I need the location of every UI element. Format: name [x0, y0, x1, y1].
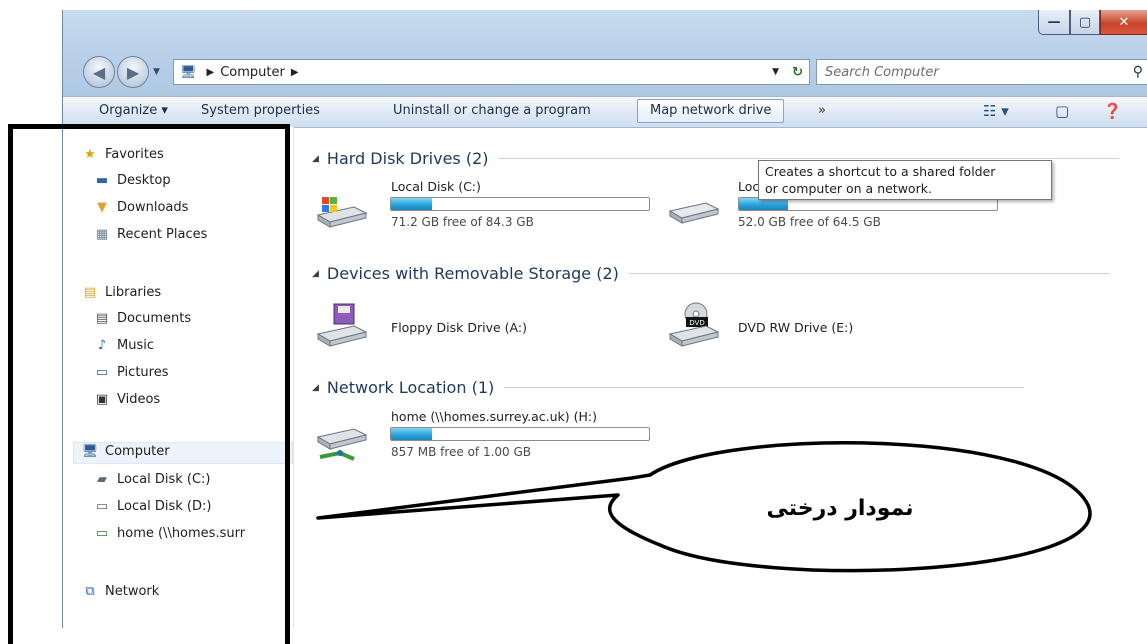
recent-pages-dropdown-icon[interactable]: ▼	[153, 67, 160, 77]
minimize-button[interactable]: —	[1038, 10, 1070, 35]
drive-h-usage-bar	[390, 427, 650, 441]
drive-c-free-space: 71.2 GB free of 84.3 GB	[391, 215, 534, 229]
tree-view-highlight-frame	[8, 124, 290, 644]
group-divider	[498, 158, 1119, 159]
breadcrumb-arrow-icon[interactable]: ▶	[291, 67, 299, 78]
drive-c-name: Local Disk (C:)	[391, 179, 481, 194]
floppy-drive-icon	[316, 303, 368, 347]
drive-e-name: DVD RW Drive (E:)	[738, 320, 854, 335]
uninstall-program-button[interactable]: Uninstall or change a program	[393, 103, 591, 118]
back-arrow-icon: ◀	[92, 62, 106, 82]
map-network-drive-tooltip: Creates a shortcut to a shared folder or…	[758, 160, 1052, 200]
content-pane: ◢ Hard Disk Drives (2) Local Disk (C:) 7…	[294, 127, 1147, 628]
system-properties-button[interactable]: System properties	[201, 103, 320, 118]
back-button[interactable]: ◀	[83, 56, 115, 88]
group-divider	[628, 273, 1109, 274]
forward-arrow-icon: ▶	[126, 62, 140, 82]
group-header-network[interactable]: ◢ Network Location (1)	[312, 378, 1025, 397]
callout-text: نمودار درختی	[766, 496, 914, 521]
group-divider	[504, 387, 1025, 388]
breadcrumb-computer[interactable]: Computer	[220, 65, 285, 80]
drive-h-free-space: 857 MB free of 1.00 GB	[391, 445, 532, 459]
collapse-triangle-icon[interactable]: ◢	[312, 383, 319, 393]
windows-drive-icon	[316, 197, 368, 228]
collapse-triangle-icon[interactable]: ◢	[312, 154, 319, 164]
group-removable-label: Devices with Removable Storage (2)	[326, 264, 619, 283]
drive-h-usage-fill	[391, 428, 433, 440]
tooltip-line-2: or computer on a network.	[765, 181, 932, 196]
collapse-triangle-icon[interactable]: ◢	[312, 269, 319, 279]
tooltip-line-1: Creates a shortcut to a shared folder	[765, 164, 996, 179]
svg-text:DVD: DVD	[689, 319, 704, 327]
change-view-icon[interactable]: ☷ ▾	[983, 102, 1009, 120]
more-commands-button[interactable]: »	[818, 103, 826, 118]
address-bar[interactable]: 🖥 ▶ Computer ▶ ▼ ↻	[173, 59, 810, 85]
drive-d-free-space: 52.0 GB free of 64.5 GB	[738, 215, 881, 229]
group-hdd-label: Hard Disk Drives (2)	[326, 149, 489, 168]
group-header-removable[interactable]: ◢ Devices with Removable Storage (2)	[312, 264, 1109, 283]
caption-buttons: — ▢ ✕	[1038, 10, 1147, 36]
group-network-label: Network Location (1)	[326, 378, 495, 397]
map-network-drive-button[interactable]: Map network drive	[637, 99, 785, 123]
search-icon[interactable]: ⚲	[1133, 64, 1143, 80]
dvd-drive-icon: DVD	[668, 302, 720, 347]
drive-c-usage-fill	[391, 198, 433, 210]
preview-pane-icon[interactable]: ▢	[1055, 102, 1069, 120]
network-drive-icon	[316, 428, 368, 461]
maximize-button[interactable]: ▢	[1070, 10, 1100, 35]
drive-c-usage-bar	[390, 197, 650, 211]
close-button[interactable]: ✕	[1100, 10, 1147, 35]
search-input[interactable]: Search Computer ⚲	[816, 59, 1147, 85]
organize-menu[interactable]: Organize ▾	[99, 103, 168, 118]
forward-button[interactable]: ▶	[117, 56, 149, 88]
search-placeholder: Search Computer	[825, 64, 939, 80]
address-dropdown-icon[interactable]: ▼	[772, 67, 779, 77]
drive-a-name: Floppy Disk Drive (A:)	[391, 320, 527, 335]
nav-buttons: ◀ ▶ ▼	[83, 56, 160, 88]
refresh-icon[interactable]: ↻	[792, 65, 803, 80]
breadcrumb-arrow-icon[interactable]: ▶	[207, 67, 215, 78]
drive-h-name: home (\\homes.surrey.ac.uk) (H:)	[391, 409, 598, 424]
drive-icon	[668, 202, 720, 224]
help-icon[interactable]: ❓	[1103, 102, 1122, 120]
computer-icon: 🖥	[180, 64, 197, 80]
